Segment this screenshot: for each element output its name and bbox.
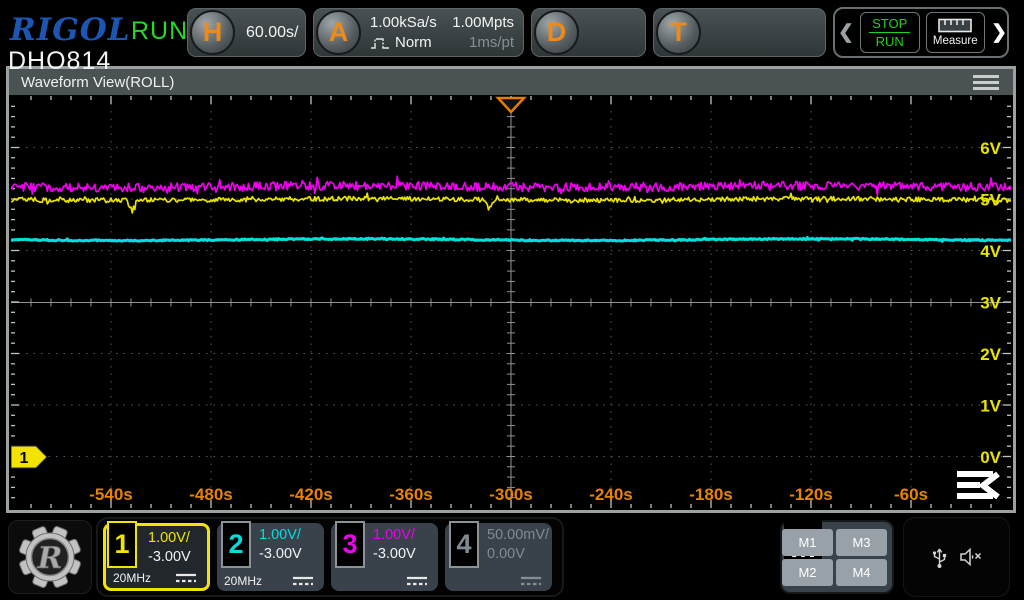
run-status: RUN [131,17,189,45]
measure-button[interactable]: Measure [925,12,986,53]
channel-4-tile[interactable]: 4 50.00mV/ 0.00V [445,521,552,591]
sound-muted-icon[interactable] [959,548,982,566]
waveform-window: Waveform View(ROLL) 6V 5V 4V 3V 2V 1V 0V -540s -… [6,66,1016,513]
voltage-label: 1V [980,397,1001,416]
dc-coupling-icon [176,573,196,583]
channel-2-tile[interactable]: 2 1.00V/ -3.00V 20MHz [217,521,324,591]
channel-1-badge: 1 [107,521,137,568]
channel-4-badge: 4 [449,521,479,568]
graticule[interactable]: 6V5V4V3V2V1V0V-540s -480s -420s -360s -300s -… [11,96,1011,509]
voltage-label: 3V [980,294,1001,313]
channel-2-badge: 2 [221,521,251,568]
rigol-logo: RIGOL [10,12,131,48]
math-m1-button[interactable]: M1 [782,529,833,556]
voltage-label: 4V [980,242,1001,261]
usb-icon [932,548,946,568]
ch1-bandwidth: 20MHz [113,571,152,585]
math-m4-button[interactable]: M4 [836,559,887,586]
time-label: -360s [389,485,432,504]
menu-icon[interactable] [973,74,999,90]
ch1-offset: -3.00V [148,549,191,565]
channel-1-level-marker[interactable] [11,445,48,469]
time-label: -120s [789,485,832,504]
time-label: -420s [289,485,332,504]
voltage-label: 2V [980,345,1001,364]
ch1-scale: 1.00V/ [148,530,190,546]
toolbar-quick-group: ❮ STOP RUN Measure ❯ [833,7,1009,58]
status-panel [903,517,1010,597]
channel-3-tile[interactable]: 3 1.00V/ -3.00V [331,521,438,591]
channel-1-tile[interactable]: 1 1.00V/ -3.00V 20MHz [103,521,210,591]
dc-coupling-icon [521,576,541,586]
voltage-label: 6V [980,139,1001,158]
ch2-scale: 1.00V/ [259,527,301,543]
acq-mode: Norm [395,34,432,51]
waveform-title: Waveform View(ROLL) [21,73,175,91]
time-label: -180s [689,485,732,504]
bottom-bar: R 1 1.00V/ -3.00V 20MHz 2 1.00V/ -3.00V … [0,513,1024,600]
model-name: DHO814 [8,47,112,75]
channel-group: 1 1.00V/ -3.00V 20MHz 2 1.00V/ -3.00V 20… [96,517,564,597]
acquisition-group[interactable]: A 1.00kSa/s Norm 1.00Mpts 1ms/pt [313,8,524,57]
svg-text:R: R [37,541,63,576]
time-label: -300s [489,485,532,504]
ch2-bandwidth: 20MHz [224,574,263,588]
acquisition-knob[interactable]: A [316,10,361,55]
chevron-right-icon[interactable]: ❯ [991,23,1007,42]
ch4-scale: 50.00mV/ [487,527,550,543]
ch4-offset: 0.00V [487,546,525,562]
channel-1-marker-label: 1 [20,450,29,467]
time-label: -540s [89,485,132,504]
stop-run-button[interactable]: STOP RUN [859,12,920,53]
decode-knob[interactable]: D [534,10,579,55]
trigger-position-marker[interactable] [495,96,527,114]
ch3-offset: -3.00V [373,546,416,562]
voltage-label: 0V [980,448,1001,467]
time-label: -60s [894,485,928,504]
dc-coupling-icon [407,576,427,586]
decode-group[interactable]: D [531,8,646,57]
channel-3-badge: 3 [335,521,365,568]
time-label: -240s [589,485,632,504]
rigol-gear-logo-icon: R [19,526,81,588]
horizontal-group[interactable]: H 60.00s/ [187,8,306,57]
chevron-left-icon[interactable]: ❮ [838,23,854,42]
math-m2-button[interactable]: M2 [782,559,833,586]
pulse-icon [371,38,389,49]
timebase-value: 60.00s/ [246,24,299,41]
sample-rate: 1.00kSa/s [370,14,437,31]
ch3-scale: 1.00V/ [373,527,415,543]
trigger-group[interactable]: T [653,8,826,57]
math-m3-button[interactable]: M3 [836,529,887,556]
dc-coupling-icon [293,576,313,586]
memory-depth: 1.00Mpts [452,14,514,31]
ruler-icon [938,18,973,33]
rigol-gear-menu-button[interactable]: R [8,520,92,594]
time-per-point: 1ms/pt [468,34,514,51]
top-bar: RIGOL RUN H 60.00s/ A 1.00kSa/s Norm 1.0… [0,0,1024,64]
trigger-knob[interactable]: T [656,10,701,55]
ch2-offset: -3.00V [259,546,302,562]
math-panel: M M1 M3 M2 M4 [780,519,894,594]
collapse-menu-icon[interactable] [957,471,1000,500]
waveform-titlebar[interactable]: Waveform View(ROLL) [9,69,1013,95]
horizontal-knob[interactable]: H [190,10,235,55]
time-label: -480s [189,485,232,504]
